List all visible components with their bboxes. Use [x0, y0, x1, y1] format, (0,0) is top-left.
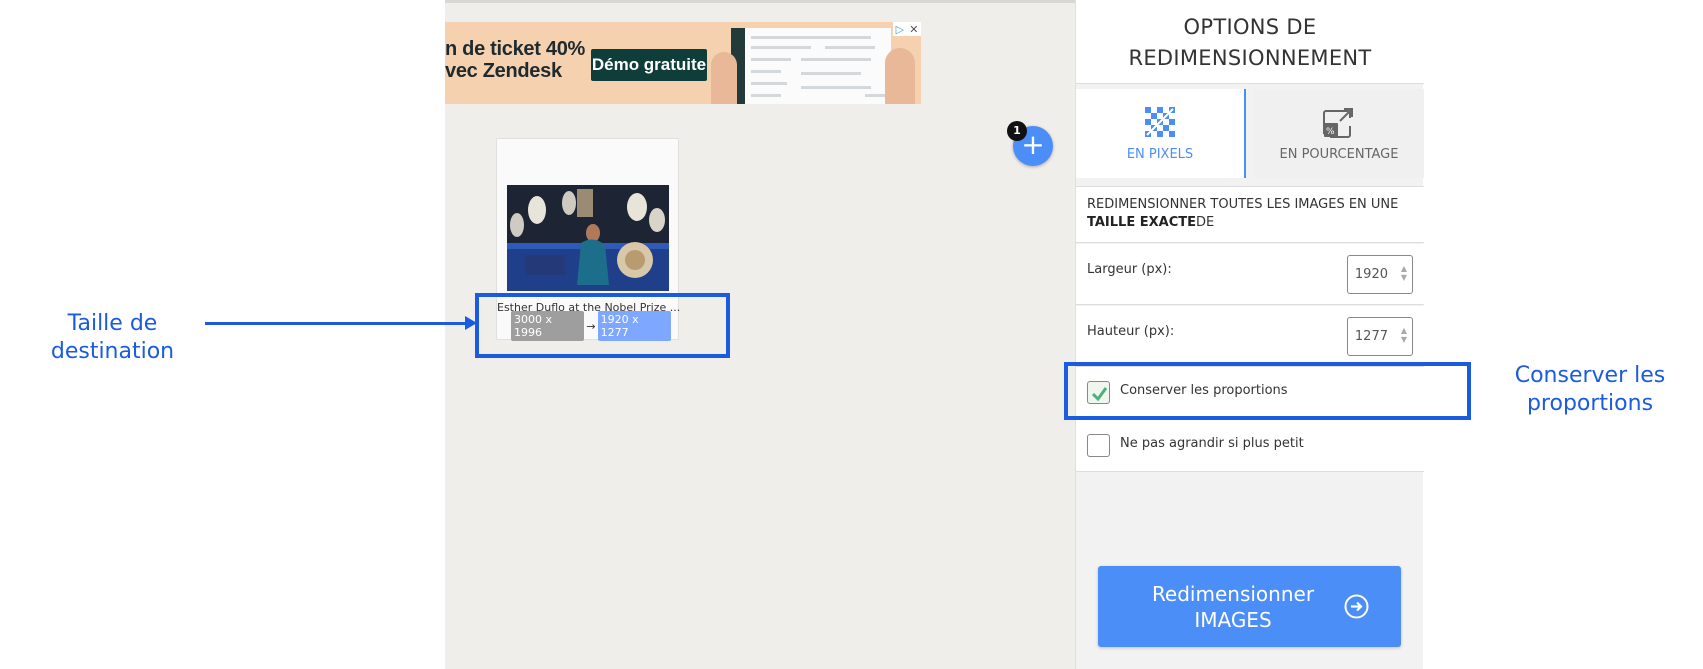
ad-cta-button[interactable]: Démo gratuite — [591, 49, 707, 81]
ad-controls[interactable]: ▷ ✕ — [893, 22, 921, 36]
no-enlarge-checkbox[interactable] — [1087, 434, 1110, 457]
height-label: Hauteur (px): — [1087, 324, 1175, 339]
screenshot-root: n de ticket 40% vec Zendesk Démo gratuit… — [0, 0, 1703, 669]
resize-description-suffix: DE — [1195, 215, 1215, 230]
resize-button-line1: Redimensionner — [1151, 582, 1315, 606]
resize-description-prefix: REDIMENSIONNER TOUTES LES IMAGES EN UNE — [1087, 197, 1399, 212]
ad-headline-line2: vec Zendesk — [445, 60, 562, 82]
width-label: Largeur (px): — [1087, 262, 1172, 277]
annotation-keep-ratio-line2: proportions — [1526, 391, 1654, 416]
resize-button-line2: IMAGES — [1194, 608, 1272, 632]
resize-description-bold: TAILLE EXACTE — [1087, 215, 1196, 230]
no-enlarge-row[interactable]: Ne pas agrandir si plus petit — [1076, 420, 1424, 472]
pixel-grid-icon — [1145, 107, 1175, 137]
annotation-box-keep-ratio — [1064, 362, 1471, 420]
height-spinner-icon[interactable]: ▲ ▼ — [1401, 326, 1407, 344]
ad-headline-line1: n de ticket 40% — [445, 38, 586, 60]
height-field-row: Hauteur (px): 1277 ▲ ▼ — [1076, 306, 1424, 367]
tab-percentage[interactable]: % EN POURCENTAGE — [1254, 89, 1424, 178]
image-count-badge: 1 — [1007, 121, 1027, 141]
annotation-box-size — [475, 293, 730, 358]
ad-close-icon[interactable]: ✕ — [909, 23, 918, 36]
annotation-keep-ratio: Conserver les proportions — [1490, 362, 1690, 418]
svg-text:%: % — [1326, 127, 1335, 137]
ad-hand-left — [711, 52, 737, 104]
annotation-destination-line2: destination — [50, 339, 175, 364]
image-thumbnail — [507, 185, 669, 291]
panel-title-line2: REDIMENSIONNEMENT — [1128, 46, 1372, 70]
tab-pixels-label: EN PIXELS — [1126, 147, 1194, 162]
ad-headline: n de ticket 40% vec Zendesk — [445, 38, 585, 82]
annotation-destination-line1: Taille de — [67, 311, 158, 336]
resize-button-label: Redimensionner IMAGES — [1138, 581, 1328, 633]
tab-percentage-label: EN POURCENTAGE — [1279, 147, 1399, 162]
annotation-destination-size: Taille de destination — [20, 310, 205, 366]
no-enlarge-label: Ne pas agrandir si plus petit — [1120, 436, 1304, 451]
annotation-keep-ratio-line1: Conserver les — [1514, 363, 1666, 388]
width-spinner-icon[interactable]: ▲ ▼ — [1401, 264, 1407, 282]
ad-banner[interactable]: n de ticket 40% vec Zendesk Démo gratuit… — [445, 22, 921, 104]
percent-resize-icon: % — [1323, 108, 1353, 138]
resize-description: REDIMENSIONNER TOUTES LES IMAGES EN UNE … — [1076, 186, 1424, 243]
ad-product-screenshot — [731, 28, 891, 104]
ad-info-icon[interactable]: ▷ — [896, 23, 904, 36]
panel-title: OPTIONS DE REDIMENSIONNEMENT — [1076, 0, 1424, 84]
annotation-arrow-line — [205, 322, 467, 325]
tab-pixels[interactable]: EN PIXELS — [1076, 89, 1246, 178]
ad-hand-right — [885, 48, 915, 104]
workspace-top-edge — [445, 0, 1075, 3]
arrow-circle-right-icon — [1344, 594, 1369, 619]
width-field-row: Largeur (px): 1920 ▲ ▼ — [1076, 244, 1424, 305]
resize-images-button[interactable]: Redimensionner IMAGES — [1098, 566, 1401, 647]
panel-title-line1: OPTIONS DE — [1183, 15, 1317, 39]
